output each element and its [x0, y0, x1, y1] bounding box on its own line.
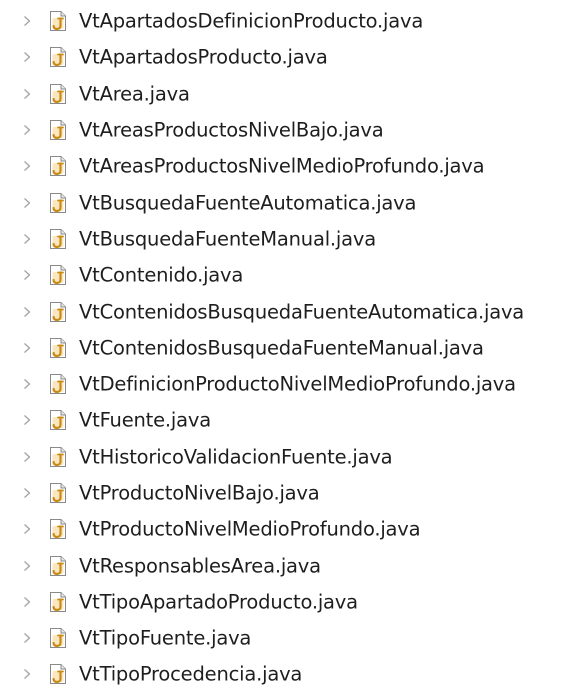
chevron-right-icon[interactable] — [21, 668, 33, 680]
chevron-right-icon[interactable] — [21, 88, 33, 100]
java-source-file-icon — [47, 337, 69, 359]
java-source-file-icon — [47, 192, 69, 214]
tree-item-java-file[interactable]: VtHistoricoValidacionFuente.java — [0, 439, 582, 475]
package-explorer-tree: VtApartadosDefinicionProducto.java VtApa… — [0, 3, 582, 693]
tree-item-java-file[interactable]: VtContenido.java — [0, 257, 582, 293]
java-source-file-icon — [47, 119, 69, 141]
java-source-file-icon — [47, 591, 69, 613]
java-source-file-icon — [47, 446, 69, 468]
tree-item-java-file[interactable]: VtProductoNivelMedioProfundo.java — [0, 511, 582, 547]
file-name-label: VtHistoricoValidacionFuente.java — [79, 444, 393, 468]
tree-item-java-file[interactable]: VtApartadosProducto.java — [0, 39, 582, 75]
java-source-file-icon — [47, 83, 69, 105]
chevron-right-icon[interactable] — [21, 233, 33, 245]
file-name-label: VtBusquedaFuenteManual.java — [79, 227, 376, 251]
java-source-file-icon — [47, 264, 69, 286]
tree-item-java-file[interactable]: VtAreasProductosNivelMedioProfundo.java — [0, 148, 582, 184]
file-name-label: VtFuente.java — [79, 408, 211, 432]
file-name-label: VtArea.java — [79, 81, 190, 105]
tree-item-java-file[interactable]: VtTipoFuente.java — [0, 620, 582, 656]
file-name-label: VtDefinicionProductoNivelMedioProfundo.j… — [79, 372, 516, 396]
chevron-right-icon[interactable] — [21, 560, 33, 572]
tree-item-java-file[interactable]: VtContenidosBusquedaFuenteAutomatica.jav… — [0, 293, 582, 329]
file-name-label: VtBusquedaFuenteAutomatica.java — [79, 190, 417, 214]
java-source-file-icon — [47, 228, 69, 250]
file-name-label: VtContenido.java — [79, 263, 244, 287]
tree-item-java-file[interactable]: VtTipoProcedencia.java — [0, 656, 582, 692]
java-source-file-icon — [47, 518, 69, 540]
tree-item-java-file[interactable]: VtProductoNivelBajo.java — [0, 475, 582, 511]
file-name-label: VtProductoNivelMedioProfundo.java — [79, 517, 421, 541]
tree-item-java-file[interactable]: VtArea.java — [0, 76, 582, 112]
tree-item-java-file[interactable]: VtTipoApartadoProducto.java — [0, 584, 582, 620]
tree-item-java-file[interactable]: VtResponsablesArea.java — [0, 547, 582, 583]
chevron-right-icon[interactable] — [21, 51, 33, 63]
file-name-label: VtTipoProcedencia.java — [79, 662, 303, 686]
tree-item-java-file[interactable]: VtAreasProductosNivelBajo.java — [0, 112, 582, 148]
chevron-right-icon[interactable] — [21, 306, 33, 318]
tree-item-java-file[interactable]: VtBusquedaFuenteAutomatica.java — [0, 184, 582, 220]
file-name-label: VtResponsablesArea.java — [79, 553, 321, 577]
chevron-right-icon[interactable] — [21, 487, 33, 499]
file-name-label: VtAreasProductosNivelMedioProfundo.java — [79, 154, 485, 178]
file-name-label: VtContenidosBusquedaFuenteManual.java — [79, 336, 484, 360]
chevron-right-icon[interactable] — [21, 15, 33, 27]
chevron-right-icon[interactable] — [21, 596, 33, 608]
file-name-label: VtProductoNivelBajo.java — [79, 481, 320, 505]
chevron-right-icon[interactable] — [21, 124, 33, 136]
file-name-label: VtAreasProductosNivelBajo.java — [79, 118, 384, 142]
tree-item-java-file[interactable]: VtContenidosBusquedaFuenteManual.java — [0, 330, 582, 366]
java-source-file-icon — [47, 409, 69, 431]
chevron-right-icon[interactable] — [21, 523, 33, 535]
chevron-right-icon[interactable] — [21, 160, 33, 172]
file-name-label: VtTipoApartadoProducto.java — [79, 590, 358, 614]
java-source-file-icon — [47, 627, 69, 649]
chevron-right-icon[interactable] — [21, 378, 33, 390]
file-name-label: VtApartadosProducto.java — [79, 45, 328, 69]
tree-item-java-file[interactable]: VtApartadosDefinicionProducto.java — [0, 3, 582, 39]
java-source-file-icon — [47, 482, 69, 504]
chevron-right-icon[interactable] — [21, 269, 33, 281]
chevron-right-icon[interactable] — [21, 451, 33, 463]
tree-item-java-file[interactable]: VtDefinicionProductoNivelMedioProfundo.j… — [0, 366, 582, 402]
java-source-file-icon — [47, 155, 69, 177]
file-name-label: VtContenidosBusquedaFuenteAutomatica.jav… — [79, 299, 525, 323]
java-source-file-icon — [47, 663, 69, 685]
java-source-file-icon — [47, 46, 69, 68]
chevron-right-icon[interactable] — [21, 342, 33, 354]
java-source-file-icon — [47, 373, 69, 395]
java-source-file-icon — [47, 555, 69, 577]
chevron-right-icon[interactable] — [21, 197, 33, 209]
file-name-label: VtApartadosDefinicionProducto.java — [79, 9, 424, 33]
java-source-file-icon — [47, 301, 69, 323]
tree-item-java-file[interactable]: VtFuente.java — [0, 402, 582, 438]
tree-item-java-file[interactable]: VtBusquedaFuenteManual.java — [0, 221, 582, 257]
chevron-right-icon[interactable] — [21, 632, 33, 644]
java-source-file-icon — [47, 10, 69, 32]
chevron-right-icon[interactable] — [21, 414, 33, 426]
file-name-label: VtTipoFuente.java — [79, 626, 252, 650]
